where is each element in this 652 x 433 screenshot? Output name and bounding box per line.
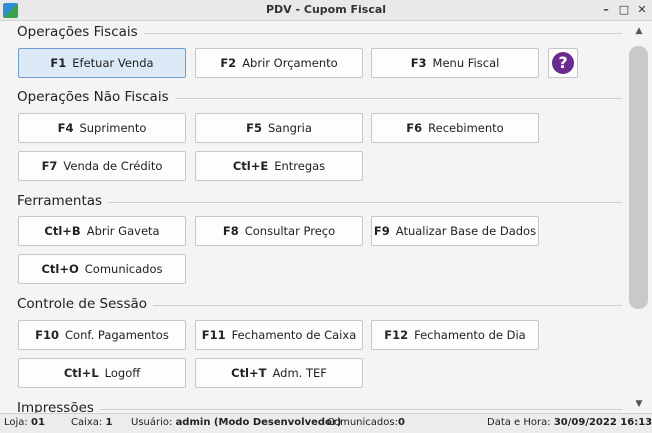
window-title: PDV - Cupom Fiscal [265, 3, 387, 16]
section-title-nao-fiscais: Operações Não Fiscais [17, 89, 175, 105]
shortcut-key: F3 [410, 56, 427, 70]
shortcut-key: F1 [50, 56, 67, 70]
shortcut-key: F7 [41, 159, 58, 173]
button-label: Consultar Preço [244, 224, 336, 238]
vertical-scrollbar[interactable]: ▲ ▼ [626, 22, 652, 413]
status-value: 01 [30, 417, 45, 428]
button-label: Suprimento [79, 121, 147, 135]
status-label: Comunicados: [327, 417, 398, 428]
efetuar-venda-button[interactable]: F1 Efetuar Venda [18, 48, 186, 78]
status-bar: Loja: 01 Caixa: 1 Usuário: admin (Modo D… [0, 413, 652, 433]
button-label: Venda de Crédito [63, 159, 163, 173]
shortcut-key: Ctl+E [232, 159, 269, 173]
suprimento-button[interactable]: F4 Suprimento [18, 113, 186, 143]
shortcut-key: F2 [220, 56, 237, 70]
status-label: Caixa: [71, 417, 103, 428]
scroll-down-arrow-icon[interactable]: ▼ [632, 397, 646, 411]
button-label: Menu Fiscal [432, 56, 500, 70]
scroll-thumb[interactable] [629, 46, 648, 309]
button-label: Recebimento [428, 121, 504, 135]
shortcut-key: Ctl+B [44, 224, 81, 238]
status-loja: Loja: 01 [4, 417, 45, 428]
button-label: Fechamento de Dia [414, 328, 526, 342]
scroll-up-arrow-icon[interactable]: ▲ [632, 24, 646, 38]
minimize-button[interactable]: – [598, 2, 614, 18]
shortcut-key: Ctl+O [41, 262, 79, 276]
shortcut-key: F6 [406, 121, 423, 135]
section-divider [162, 98, 622, 99]
shortcut-key: F12 [384, 328, 409, 342]
main-panel: Operações Fiscais F1 Efetuar Venda F2 Ab… [0, 22, 626, 413]
section-divider [140, 33, 622, 34]
shortcut-key: F5 [246, 121, 262, 135]
shortcut-key: F11 [201, 328, 226, 342]
status-value: 1 [105, 417, 113, 428]
comunicados-button[interactable]: Ctl+O Comunicados [18, 254, 186, 284]
status-data-hora: Data e Hora: 30/09/2022 16:13:06 [487, 417, 652, 428]
close-button[interactable]: ✕ [634, 2, 650, 18]
adm-tef-button[interactable]: Ctl+T Adm. TEF [195, 358, 363, 388]
button-label: Conf. Pagamentos [65, 328, 169, 342]
fechamento-de-dia-button[interactable]: F12 Fechamento de Dia [371, 320, 539, 350]
status-value: 0 [397, 417, 405, 428]
logoff-button[interactable]: Ctl+L Logoff [18, 358, 186, 388]
shortcut-key: Ctl+L [63, 366, 99, 380]
status-label: Usuário: [131, 417, 173, 428]
help-button[interactable]: ? [548, 48, 578, 78]
status-label: Loja: [4, 417, 28, 428]
section-title-impressoes: Impressões [17, 400, 100, 413]
atualizar-base-de-dados-button[interactable]: F9 Atualizar Base de Dados [371, 216, 539, 246]
button-label: Logoff [104, 366, 141, 380]
consultar-preco-button[interactable]: F8 Consultar Preço [195, 216, 363, 246]
section-divider [145, 305, 622, 306]
conf-pagamentos-button[interactable]: F10 Conf. Pagamentos [18, 320, 186, 350]
section-title-ferramentas: Ferramentas [17, 193, 109, 209]
help-icon: ? [552, 52, 574, 74]
status-usuario: Usuário: admin (Modo Desenvolvedor) [131, 417, 341, 428]
button-label: Abrir Gaveta [86, 224, 160, 238]
shortcut-key: F4 [57, 121, 74, 135]
menu-fiscal-button[interactable]: F3 Menu Fiscal [371, 48, 539, 78]
button-label: Fechamento de Caixa [231, 328, 357, 342]
venda-de-credito-button[interactable]: F7 Venda de Crédito [18, 151, 186, 181]
button-label: Entregas [274, 159, 326, 173]
maximize-button[interactable]: □ [616, 2, 632, 18]
fechamento-de-caixa-button[interactable]: F11 Fechamento de Caixa [195, 320, 363, 350]
status-value: admin (Modo Desenvolvedor) [175, 417, 342, 428]
section-divider [95, 409, 622, 410]
abrir-orcamento-button[interactable]: F2 Abrir Orçamento [195, 48, 363, 78]
button-label: Abrir Orçamento [242, 56, 338, 70]
button-label: Efetuar Venda [72, 56, 154, 70]
section-title-fiscais: Operações Fiscais [17, 24, 144, 40]
section-title-sessao: Controle de Sessão [17, 296, 154, 312]
shortcut-key: F8 [222, 224, 239, 238]
button-label: Adm. TEF [272, 366, 327, 380]
button-label: Sangria [267, 121, 312, 135]
button-label: Comunicados [84, 262, 163, 276]
entregas-button[interactable]: Ctl+E Entregas [195, 151, 363, 181]
status-caixa: Caixa: 1 [71, 417, 112, 428]
status-comunicados: Comunicados:0 [327, 417, 405, 428]
shortcut-key: F10 [35, 328, 60, 342]
shortcut-key: F9 [373, 224, 390, 238]
abrir-gaveta-button[interactable]: Ctl+B Abrir Gaveta [18, 216, 186, 246]
status-label: Data e Hora: [487, 417, 551, 428]
title-bar: PDV - Cupom Fiscal – □ ✕ [0, 0, 652, 21]
status-value: 30/09/2022 16:13:06 [553, 417, 652, 428]
button-label: Atualizar Base de Dados [395, 224, 537, 238]
section-divider [100, 202, 622, 203]
recebimento-button[interactable]: F6 Recebimento [371, 113, 539, 143]
sangria-button[interactable]: F5 Sangria [195, 113, 363, 143]
shortcut-key: Ctl+T [231, 366, 267, 380]
